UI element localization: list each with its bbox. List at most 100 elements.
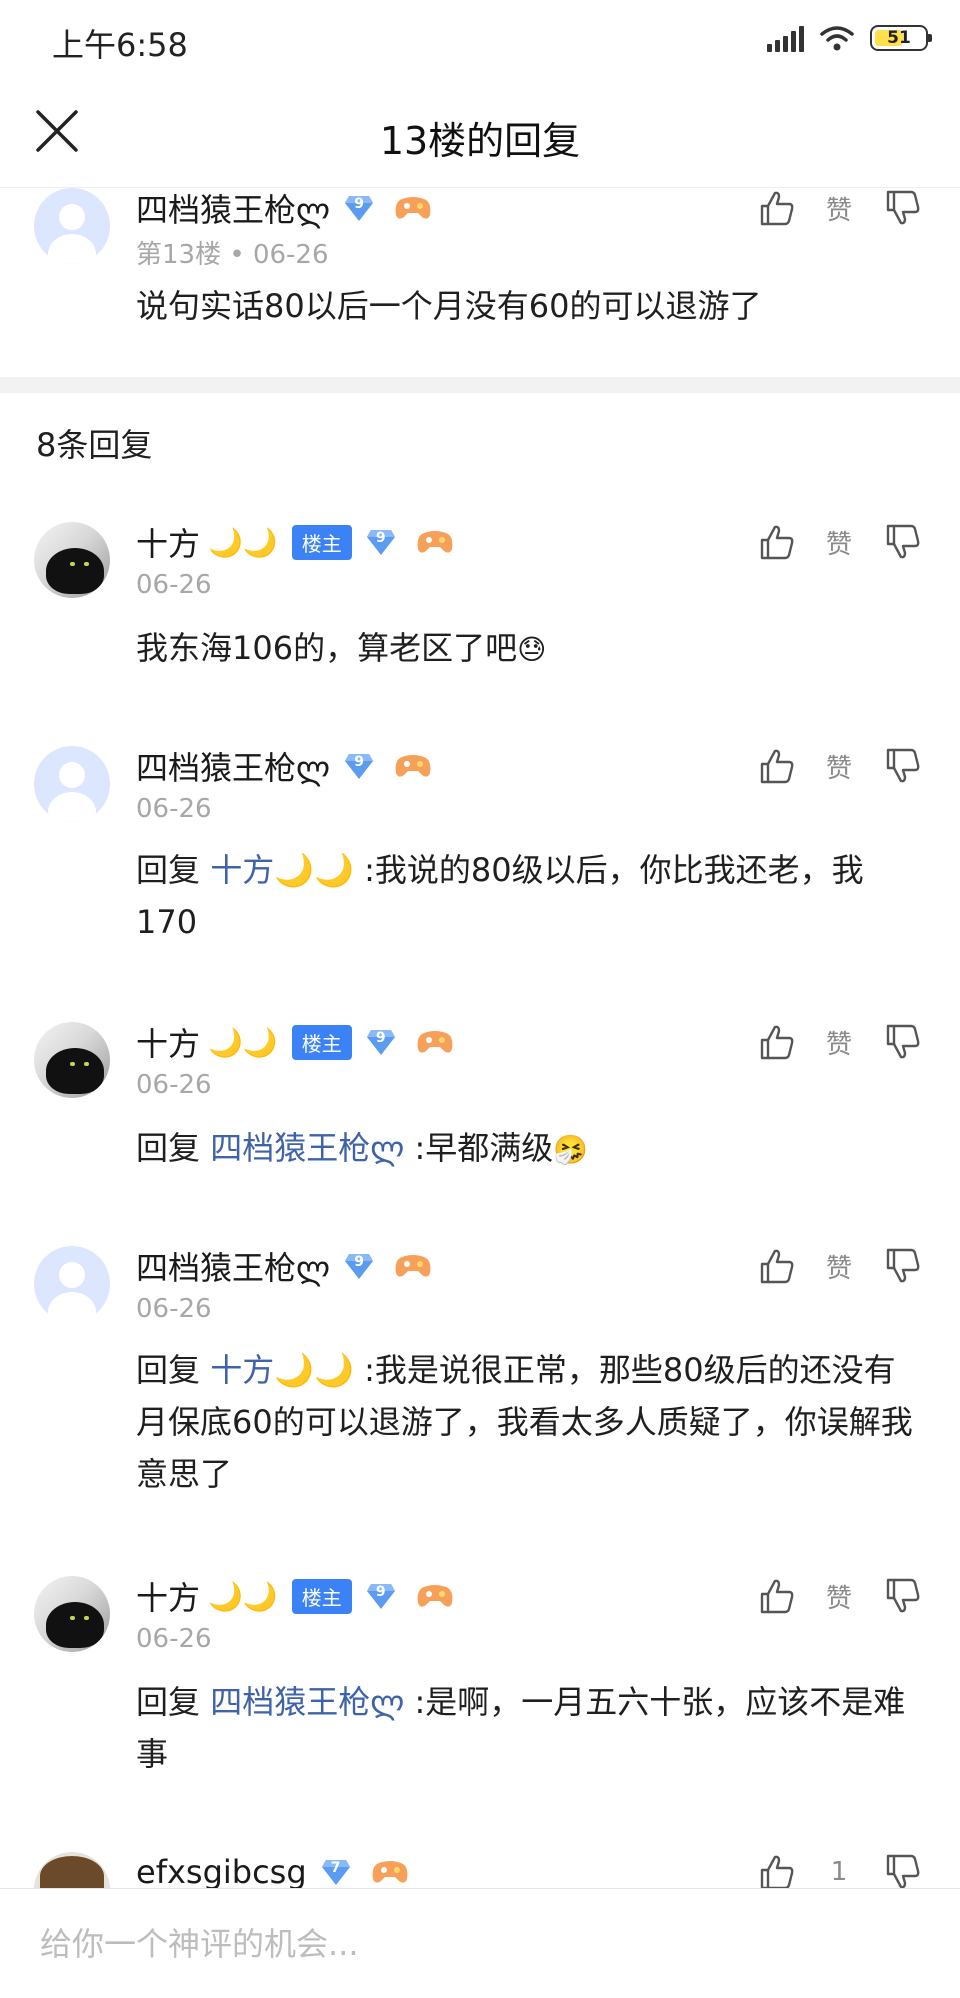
reply-actions: 赞 <box>756 1246 922 1286</box>
like-label[interactable]: 赞 <box>810 190 868 227</box>
gamepad-icon <box>417 1585 453 1607</box>
replies-count: 8条回复 <box>36 426 153 464</box>
status-icons: 51 <box>767 24 932 52</box>
reply-actions: 赞 <box>756 1576 922 1616</box>
reply-actions: 赞 <box>756 522 922 562</box>
level-badge: 7 <box>321 1857 351 1887</box>
name-row: 四档猿王枪ლ 9 <box>136 1243 432 1289</box>
avatar[interactable] <box>34 1576 110 1652</box>
owner-badge: 楼主 <box>291 1578 352 1614</box>
reply-actions: 赞 <box>756 1022 922 1062</box>
reply-actions: 赞 <box>756 746 922 786</box>
reply-prefix: 回复 <box>136 1129 201 1167</box>
dislike-icon[interactable] <box>882 188 922 228</box>
comment-text: 说句实话80以后一个月没有60的可以退游了 <box>136 287 762 325</box>
level-badge: 9 <box>344 751 374 781</box>
level-number: 9 <box>354 754 364 770</box>
reply-text: 回复 四档猿王枪ლ :是啊，一月五六十张，应该不是难事 <box>136 1676 916 1780</box>
comment-actions: 赞 <box>756 188 922 228</box>
level-number: 9 <box>354 196 364 212</box>
like-icon[interactable] <box>756 1576 796 1616</box>
name-row: 四档猿王枪ლ 9 <box>136 743 432 789</box>
reply-item: 十方 🌙🌙 楼主 9 06-26 回复 四档猿王枪ლ :是啊，一月五六十张，应该… <box>0 1576 960 1786</box>
username[interactable]: 四档猿王枪ლ <box>136 185 330 231</box>
dislike-icon[interactable] <box>882 1852 922 1888</box>
level-number: 9 <box>375 530 386 546</box>
level-number: 9 <box>375 1030 386 1046</box>
comment-meta: 第13楼 • 06-26 <box>136 240 329 270</box>
gamepad-icon <box>417 1031 453 1053</box>
avatar[interactable] <box>34 1022 110 1098</box>
username[interactable]: 十方 <box>136 1019 200 1065</box>
reply-date: 06-26 <box>136 1294 212 1324</box>
section-divider <box>0 377 960 393</box>
name-row: 四档猿王枪ლ 9 <box>136 185 432 231</box>
level-badge: 9 <box>344 1251 374 1281</box>
reply-to-link[interactable]: 十方🌙🌙 <box>210 851 354 889</box>
like-icon[interactable] <box>756 1022 796 1062</box>
battery-level: 51 <box>887 28 911 48</box>
like-count[interactable]: 1 <box>810 1857 868 1887</box>
username[interactable]: 四档猿王枪ლ <box>136 743 330 789</box>
like-icon[interactable] <box>756 1246 796 1286</box>
like-icon[interactable] <box>756 188 796 228</box>
username[interactable]: 十方 <box>136 519 200 565</box>
comment-input[interactable] <box>40 1889 920 1998</box>
like-label[interactable]: 赞 <box>810 524 868 561</box>
level-number: 7 <box>330 1860 341 1876</box>
level-badge: 9 <box>366 527 396 557</box>
username[interactable]: efxsgibcsg <box>136 1853 307 1888</box>
reply-item: 四档猿王枪ლ 9 06-26 回复 十方🌙🌙 :我是说很正常，那些80级后的还没… <box>0 1246 960 1506</box>
level-badge: 9 <box>366 1581 396 1611</box>
comment-input-bar <box>0 1888 960 1998</box>
reply-date: 06-26 <box>136 794 212 824</box>
level-number: 9 <box>354 1254 364 1270</box>
status-time: 上午6:58 <box>52 26 188 64</box>
like-icon[interactable] <box>756 522 796 562</box>
dislike-icon[interactable] <box>882 746 922 786</box>
reply-actions: 1 <box>756 1852 922 1888</box>
name-row: efxsgibcsg 7 <box>136 1852 409 1888</box>
reply-body: :早都满级 <box>404 1129 554 1167</box>
reply-item: 十方 🌙🌙 楼主 9 06-26 我东海106的，算老区了吧😓 赞 <box>0 522 960 682</box>
reply-body: 我东海106的，算老区了吧 <box>136 629 518 667</box>
reply-to-link[interactable]: 四档猿王枪ლ <box>210 1129 404 1167</box>
dislike-icon[interactable] <box>882 522 922 562</box>
avatar[interactable] <box>34 188 110 264</box>
owner-badge: 楼主 <box>291 1024 352 1060</box>
avatar[interactable] <box>34 1246 110 1322</box>
reply-prefix: 回复 <box>136 851 201 889</box>
reply-to-link[interactable]: 十方🌙🌙 <box>210 1351 354 1389</box>
sweat-emoji: 😓 <box>517 633 547 666</box>
username[interactable]: 十方 <box>136 1573 200 1619</box>
moon-emoji: 🌙🌙 <box>208 525 278 559</box>
gamepad-icon <box>395 1255 431 1277</box>
main-comment: 四档猿王枪ლ 9 第13楼 • 06-26 说句实话80以后一个月没有60的可以… <box>0 188 960 378</box>
avatar[interactable] <box>34 522 110 598</box>
wifi-icon <box>820 26 854 51</box>
reply-prefix: 回复 <box>136 1351 201 1389</box>
like-label[interactable]: 赞 <box>810 748 868 785</box>
like-label[interactable]: 赞 <box>810 1248 868 1285</box>
like-label[interactable]: 赞 <box>810 1024 868 1061</box>
like-icon[interactable] <box>756 1852 796 1888</box>
username[interactable]: 四档猿王枪ლ <box>136 1243 330 1289</box>
owner-badge: 楼主 <box>291 524 352 560</box>
moon-emoji: 🌙🌙 <box>208 1025 278 1059</box>
name-row: 十方 🌙🌙 楼主 9 <box>136 1019 454 1065</box>
reply-to-link[interactable]: 四档猿王枪ლ <box>210 1683 404 1721</box>
reply-item: efxsgibcsg 7 1 <box>0 1852 960 1888</box>
battery-icon: 51 <box>870 25 932 51</box>
dislike-icon[interactable] <box>882 1022 922 1062</box>
reply-date: 06-26 <box>136 1070 212 1100</box>
reply-text: 回复 十方🌙🌙 :我是说很正常，那些80级后的还没有月保底60的可以退游了，我看… <box>136 1344 916 1500</box>
status-bar: 上午6:58 51 <box>0 0 960 80</box>
moon-emoji: 🌙🌙 <box>208 1579 278 1613</box>
like-icon[interactable] <box>756 746 796 786</box>
gamepad-icon <box>395 755 431 777</box>
like-label[interactable]: 赞 <box>810 1578 868 1615</box>
dislike-icon[interactable] <box>882 1246 922 1286</box>
avatar[interactable] <box>34 746 110 822</box>
avatar[interactable] <box>34 1852 110 1888</box>
dislike-icon[interactable] <box>882 1576 922 1616</box>
